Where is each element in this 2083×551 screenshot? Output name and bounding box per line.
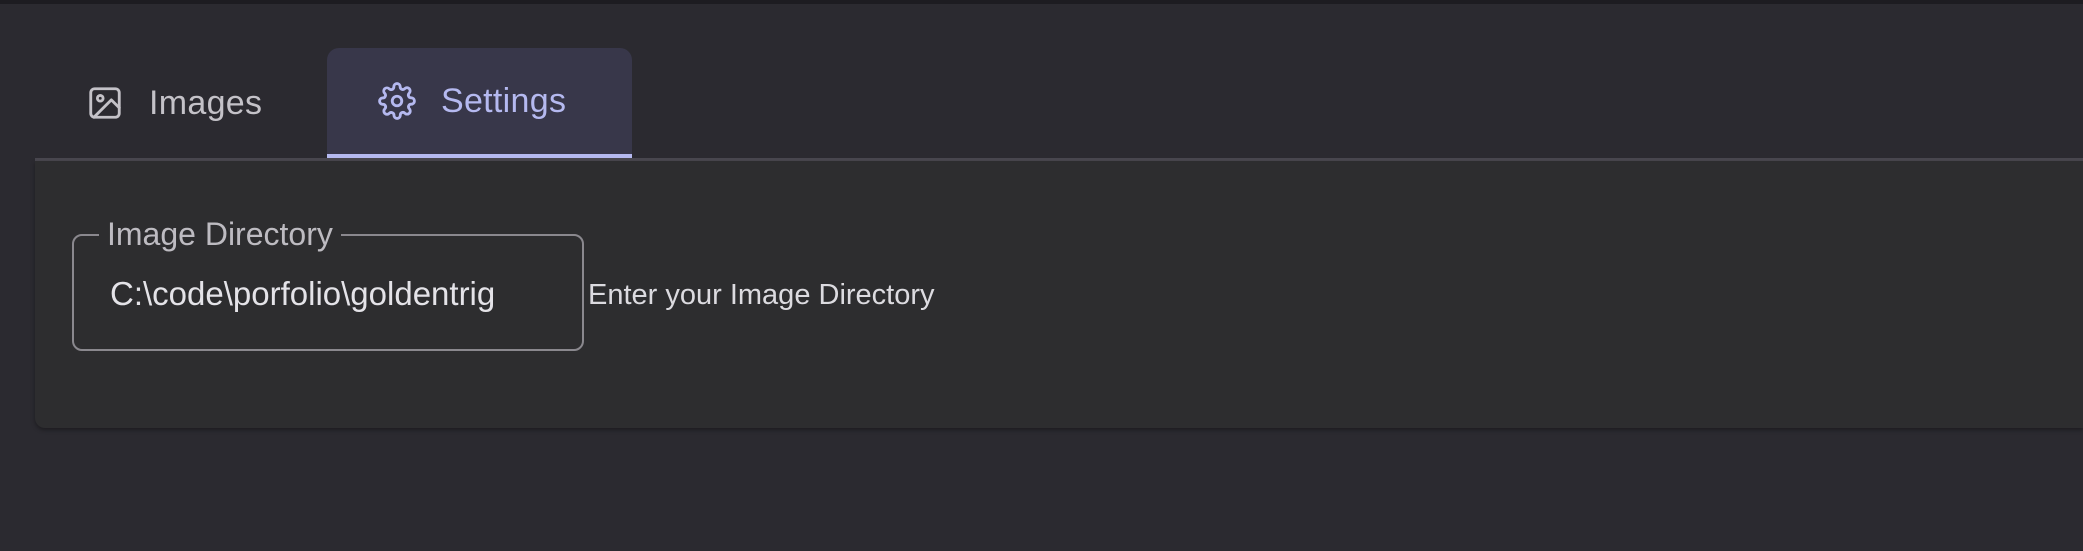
window-top-border <box>0 0 2083 4</box>
image-directory-input[interactable] <box>110 264 570 324</box>
image-directory-helper-text: Enter your Image Directory <box>588 279 935 311</box>
tab-settings[interactable]: Settings <box>327 48 632 159</box>
tab-images[interactable]: Images <box>35 48 327 158</box>
image-icon <box>85 83 125 123</box>
tab-bar: Images Settings <box>35 48 632 159</box>
image-directory-label: Image Directory <box>99 212 341 256</box>
image-directory-field[interactable]: Image Directory <box>72 212 584 351</box>
gear-icon <box>377 81 417 121</box>
tab-settings-label: Settings <box>441 81 567 120</box>
tab-images-label: Images <box>149 83 263 122</box>
settings-panel: Image Directory Enter your Image Directo… <box>35 161 2083 428</box>
